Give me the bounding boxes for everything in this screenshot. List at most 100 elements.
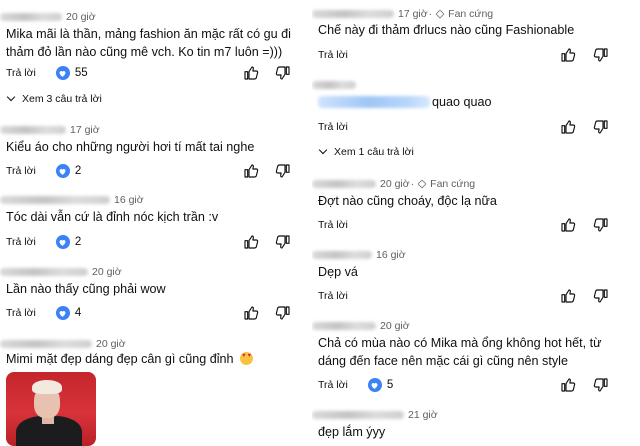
thumbs-up-icon[interactable] bbox=[243, 305, 259, 321]
blurred-username bbox=[312, 180, 376, 188]
reply-button[interactable]: Trả lời bbox=[318, 121, 348, 133]
reply-button[interactable]: Trả lời bbox=[6, 165, 36, 177]
thumbs-up-icon[interactable] bbox=[243, 65, 259, 81]
comment-text: Chế này đi thảm đrlucs nào cũng Fashiona… bbox=[318, 23, 575, 37]
thumbs-up-icon[interactable] bbox=[243, 163, 259, 179]
thumbs-down-icon[interactable] bbox=[593, 288, 609, 304]
thumbs-down-icon[interactable] bbox=[275, 65, 291, 81]
comment-time: 20 giờ bbox=[92, 266, 122, 278]
thumbs-down-icon[interactable] bbox=[593, 377, 609, 393]
like-count: 2 bbox=[74, 165, 82, 177]
comment-time: 16 giờ bbox=[114, 194, 144, 206]
heart-icon bbox=[55, 235, 70, 249]
right-comment-column: 17 giờ · Fan cứng Chế này đi thảm đrlucs… bbox=[312, 0, 640, 446]
thumbs-down-icon[interactable] bbox=[593, 47, 609, 63]
thumbs-down-icon[interactable] bbox=[275, 163, 291, 179]
smiling-face-with-heart-eyes-icon bbox=[240, 352, 254, 365]
like-count: 2 bbox=[74, 236, 82, 248]
see-replies-label: Xem 1 câu trả lời bbox=[334, 146, 414, 158]
reaction-count[interactable]: 2 bbox=[55, 235, 82, 249]
comment-text: Đợt nào cũng choáy, độc lạ nữa bbox=[318, 194, 497, 208]
blurred-username bbox=[0, 126, 66, 134]
blurred-username bbox=[0, 340, 92, 348]
comment-time: 16 giờ bbox=[376, 249, 406, 261]
comment-time: 20 giờ bbox=[380, 178, 410, 190]
thumbs-up-icon[interactable] bbox=[560, 47, 576, 63]
reply-button[interactable]: Trả lời bbox=[6, 307, 36, 319]
reply-button[interactable]: Trả lời bbox=[318, 219, 348, 231]
comment-text: Mika mãi là thần, mảng fashion ăn mặc rấ… bbox=[6, 27, 291, 59]
blurred-username bbox=[0, 13, 62, 21]
comment-text: đẹp lắm ýyy bbox=[318, 425, 386, 439]
reaction-count[interactable]: 4 bbox=[55, 306, 82, 320]
comment-meta: 21 giờ bbox=[312, 407, 438, 423]
comment-time: 20 giờ bbox=[66, 11, 96, 23]
like-count: 4 bbox=[74, 307, 82, 319]
thumbs-up-icon[interactable] bbox=[560, 217, 576, 233]
thumbs-down-icon[interactable] bbox=[275, 305, 291, 321]
blurred-username bbox=[312, 411, 404, 419]
comment-text: quao quao bbox=[318, 93, 632, 111]
comment-meta bbox=[312, 77, 360, 93]
comment-actions: Trả lời bbox=[318, 216, 640, 234]
fan-badge-label: Fan cứng bbox=[430, 178, 476, 190]
diamond-icon bbox=[435, 9, 445, 19]
fan-badge-label: Fan cứng bbox=[448, 8, 494, 20]
reaction-count[interactable]: 5 bbox=[367, 378, 394, 392]
like-count: 55 bbox=[74, 67, 88, 79]
comment-meta: 20 giờ · Fan cứng bbox=[312, 176, 475, 192]
diamond-icon bbox=[417, 179, 427, 189]
blurred-username bbox=[312, 322, 376, 330]
thumbs-up-icon[interactable] bbox=[560, 377, 576, 393]
reply-button[interactable]: Trả lời bbox=[318, 49, 348, 61]
reply-button[interactable]: Trả lời bbox=[318, 290, 348, 302]
comment-text: Dẹp vá bbox=[318, 265, 358, 279]
thumbs-down-icon[interactable] bbox=[275, 234, 291, 250]
reaction-count[interactable]: 55 bbox=[55, 66, 88, 80]
reply-button[interactable]: Trả lời bbox=[6, 67, 36, 79]
comment-actions: Trả lời bbox=[318, 118, 640, 136]
comment-meta: 20 giờ bbox=[0, 264, 122, 280]
thumbs-up-icon[interactable] bbox=[560, 288, 576, 304]
thumbs-up-icon[interactable] bbox=[560, 119, 576, 135]
blurred-username bbox=[0, 196, 110, 204]
comment-text-content: Mimi mặt đẹp dáng đẹp cân gì cũng đỉnh bbox=[6, 352, 234, 366]
photo-figure-hair bbox=[32, 380, 62, 394]
comment-meta: 16 giờ bbox=[0, 192, 144, 208]
see-replies-button[interactable]: Xem 1 câu trả lời bbox=[318, 144, 414, 160]
comment-time: 17 giờ bbox=[398, 8, 428, 20]
thumbs-up-icon[interactable] bbox=[243, 234, 259, 250]
comment-time: 17 giờ bbox=[70, 124, 100, 136]
comment-text-content: quao quao bbox=[432, 95, 492, 109]
heart-icon bbox=[55, 66, 70, 80]
comment-actions: Trả lời 4 bbox=[6, 304, 306, 322]
comment-meta: 16 giờ bbox=[312, 247, 406, 263]
like-count: 5 bbox=[386, 379, 394, 391]
blurred-username bbox=[312, 10, 394, 18]
comment-meta: 17 giờ bbox=[0, 122, 100, 138]
blurred-username bbox=[0, 268, 88, 276]
fan-badge: Fan cứng bbox=[435, 8, 494, 20]
reply-button[interactable]: Trả lời bbox=[6, 236, 36, 248]
blurred-username bbox=[312, 251, 372, 259]
comment-text: Kiểu áo cho những người hơi tí mất tai n… bbox=[6, 140, 255, 154]
heart-icon bbox=[367, 378, 382, 392]
blurred-mention bbox=[318, 96, 430, 108]
comment-text: Mimi mặt đẹp dáng đẹp cân gì cũng đỉnh bbox=[6, 350, 298, 368]
reply-button[interactable]: Trả lời bbox=[318, 379, 348, 391]
thumbs-down-icon[interactable] bbox=[593, 217, 609, 233]
comment-actions: Trả lời bbox=[318, 46, 640, 64]
comment-time: 21 giờ bbox=[408, 409, 438, 421]
see-replies-button[interactable]: Xem 3 câu trả lời bbox=[6, 91, 102, 107]
thumbs-down-icon[interactable] bbox=[593, 119, 609, 135]
fan-badge: Fan cứng bbox=[417, 178, 476, 190]
comment-actions: Trả lời bbox=[318, 287, 640, 305]
comment-meta: 20 giờ bbox=[312, 318, 410, 334]
comment-actions: Trả lời 55 bbox=[6, 64, 306, 82]
chevron-down-icon bbox=[6, 92, 16, 102]
comment-time: 20 giờ bbox=[96, 338, 126, 350]
comment-text: Lần nào thấy cũng phải wow bbox=[6, 282, 166, 296]
comment-text: Tóc dài vẫn cứ là đỉnh nóc kịch trần :v bbox=[6, 210, 219, 224]
comment-attached-photo[interactable] bbox=[6, 372, 96, 446]
reaction-count[interactable]: 2 bbox=[55, 164, 82, 178]
